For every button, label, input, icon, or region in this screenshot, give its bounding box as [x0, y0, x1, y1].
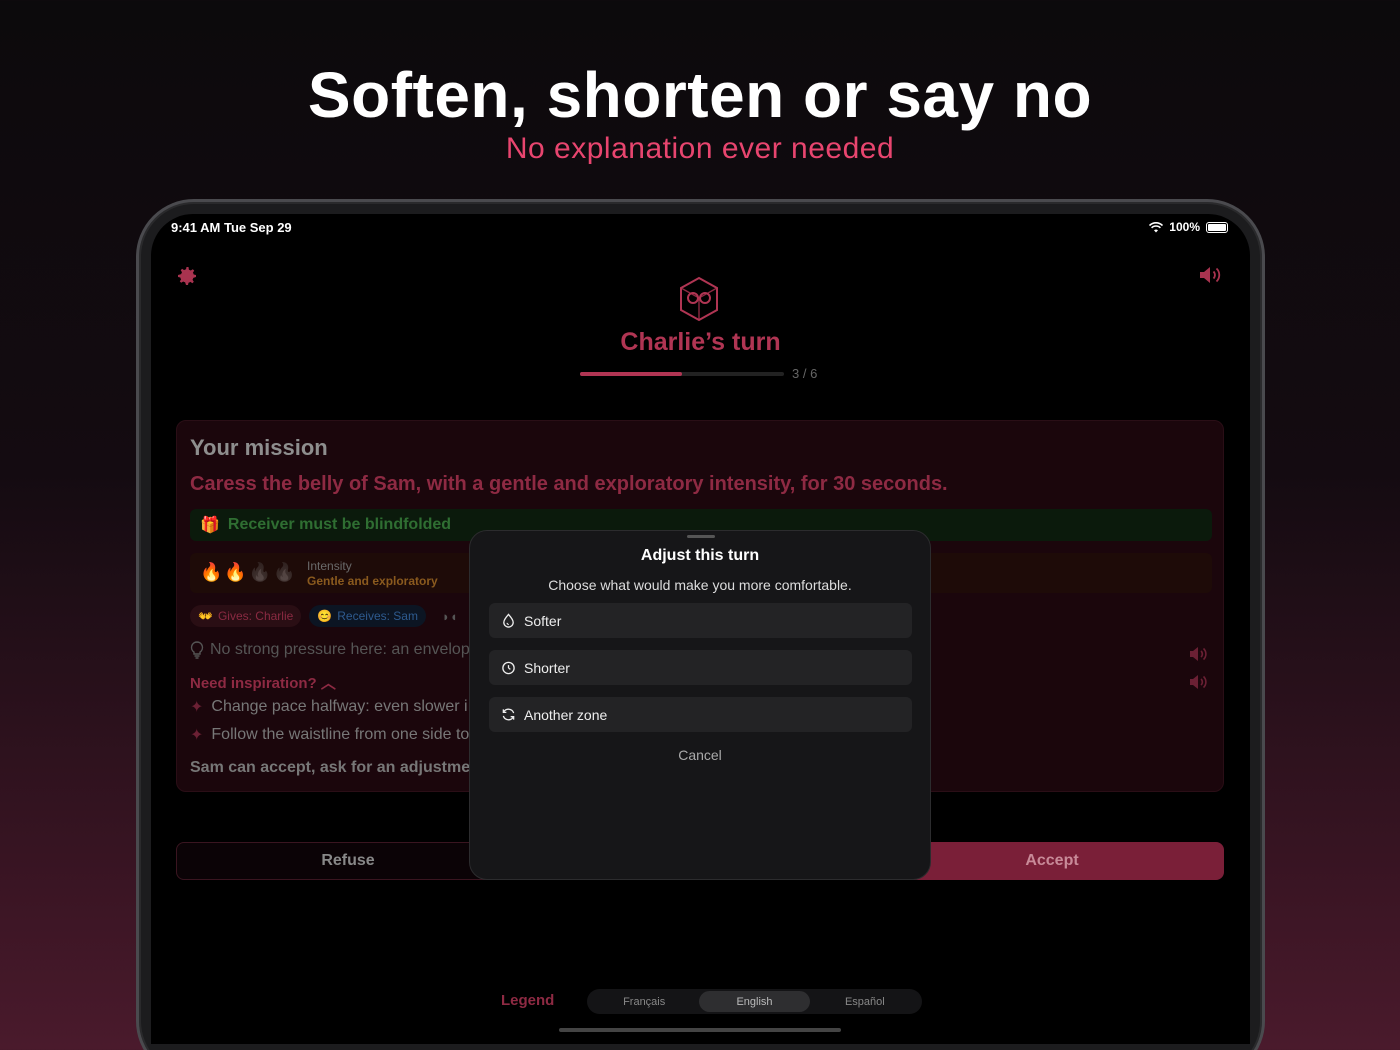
option-shorter[interactable]: Shorter [489, 650, 912, 685]
settings-gear-icon[interactable] [175, 264, 199, 288]
option-softer[interactable]: Softer [489, 603, 912, 638]
gives-chip: 👐 Gives: Charlie [190, 605, 302, 627]
option-another-zone[interactable]: Another zone [489, 697, 912, 732]
app-screen: 9:41 AM Tue Sep 29 100% Charlie’s turn 3… [151, 214, 1250, 1044]
mission-text: Caress the belly of Sam, with a gentle a… [190, 473, 948, 495]
turn-progress-label: 3 / 6 [792, 366, 818, 381]
gives-chip-label: Gives: Charlie [217, 609, 294, 623]
inspiration-item-text: Follow the waistline from one side to [211, 726, 470, 743]
turn-progress-bar [580, 372, 784, 376]
tip-line: No strong pressure here: an envelop [190, 641, 470, 659]
chevron-up-icon: ︿ [320, 675, 336, 692]
status-time: 9:41 AM Tue Sep 29 [171, 220, 292, 235]
face-icon: 😊 [317, 609, 333, 623]
option-another-zone-label: Another zone [524, 706, 608, 723]
promo-headline: Soften, shorten or say no [307, 59, 1093, 131]
sound-speaker-icon[interactable] [1198, 264, 1224, 286]
sheet-cancel-button[interactable]: Cancel [470, 747, 930, 763]
role-chips: 👐 Gives: Charlie 😊 Receives: Sam ◗◖ [190, 605, 466, 627]
status-bar: 9:41 AM Tue Sep 29 100% [171, 220, 1228, 240]
sparkle-icon: ✦ [190, 727, 204, 744]
language-espanol[interactable]: Español [810, 991, 920, 1012]
need-inspiration-toggle[interactable]: Need inspiration? ︿ [190, 672, 336, 693]
receives-chip: 😊 Receives: Sam [309, 605, 426, 627]
turn-progress-fill [580, 372, 682, 376]
sparkle-icon: ✦ [190, 699, 204, 716]
hands-icon: 👐 [198, 609, 213, 623]
intensity-value: Gentle and exploratory [307, 574, 438, 588]
game-logo-icon [678, 276, 720, 322]
accept-button[interactable]: Accept [880, 842, 1224, 880]
tip-speaker-icon[interactable] [1189, 645, 1209, 663]
option-softer-label: Softer [524, 612, 562, 629]
intensity-label: Intensity [307, 559, 352, 573]
wifi-icon [1149, 221, 1164, 232]
blindfold-eyes-icon: ◗◖ [441, 608, 458, 624]
gift-icon: 🎁 [200, 517, 220, 534]
battery-icon [1206, 221, 1228, 233]
accept-note: Sam can accept, ask for an adjustmen [190, 759, 480, 776]
sheet-title: Adjust this turn [640, 547, 760, 564]
legend-link[interactable]: Legend [501, 992, 554, 1009]
battery-percent: 100% [1169, 220, 1200, 234]
language-selector: Français English Español [587, 989, 922, 1014]
inspiration-item: ✦ Follow the waistline from one side to [190, 725, 469, 745]
flame-icon: 🔥 [273, 562, 298, 582]
status-indicators: 100% [1149, 220, 1228, 234]
lightbulb-icon [190, 641, 204, 659]
adjust-turn-sheet: Adjust this turn Choose what would make … [469, 530, 931, 880]
flame-icon: 🔥 [248, 562, 274, 582]
sheet-grabber[interactable] [687, 535, 715, 538]
option-shorter-label: Shorter [524, 659, 570, 676]
inspiration-speaker-icon[interactable] [1189, 673, 1209, 691]
flame-icon: 🔥 [224, 562, 249, 582]
inspiration-item: ✦ Change pace halfway: even slower i [190, 697, 468, 717]
mission-heading: Your mission [190, 435, 328, 460]
refresh-icon [502, 708, 515, 721]
drop-icon [503, 613, 514, 628]
promo-subheadline: No explanation ever needed [505, 132, 895, 165]
timer-icon [502, 661, 515, 675]
flame-icon: 🔥 [200, 562, 225, 582]
receives-chip-label: Receives: Sam [337, 609, 418, 623]
blindfold-note: Receiver must be blindfolded [227, 516, 452, 533]
intensity-flames: 🔥🔥🔥🔥 [200, 562, 298, 583]
sheet-subtitle: Choose what would make you more comforta… [548, 577, 852, 593]
language-francais[interactable]: Français [589, 991, 699, 1012]
home-indicator[interactable] [559, 1028, 841, 1032]
turn-title: Charlie’s turn [620, 328, 781, 356]
tip-text: No strong pressure here: an envelop [210, 641, 470, 658]
need-inspiration-label: Need inspiration? [190, 675, 317, 692]
language-english[interactable]: English [699, 991, 810, 1012]
inspiration-item-text: Change pace halfway: even slower i [211, 698, 468, 715]
